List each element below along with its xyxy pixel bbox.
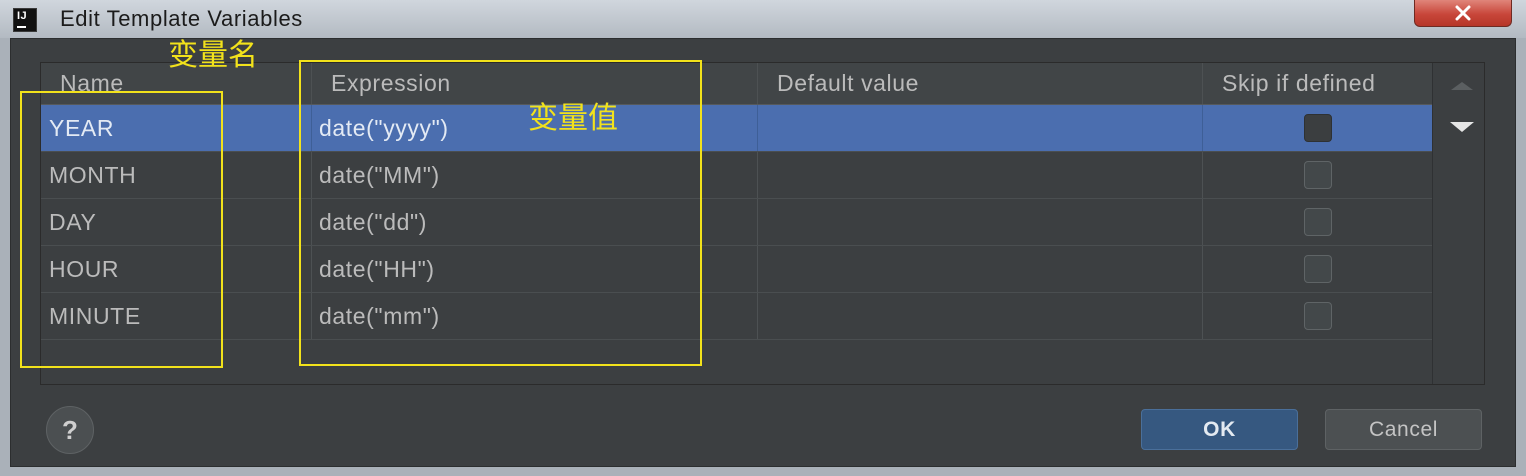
column-header-default-value[interactable]: Default value	[758, 63, 1203, 104]
annotation-label-variable-name: 变量名	[168, 38, 258, 73]
arrow-down-shape	[1450, 122, 1474, 132]
help-button[interactable]: ?	[46, 406, 94, 454]
cancel-button[interactable]: Cancel	[1325, 409, 1482, 450]
default-value-cell[interactable]	[758, 152, 1203, 198]
table-row[interactable]: HOUR date("HH")	[41, 246, 1432, 293]
side-toolbar	[1432, 63, 1484, 384]
default-value-cell[interactable]	[758, 293, 1203, 339]
app-icon-underline	[17, 26, 26, 28]
table-row[interactable]: MINUTE date("mm")	[41, 293, 1432, 340]
ok-button[interactable]: OK	[1141, 409, 1298, 450]
skip-if-defined-cell	[1203, 246, 1432, 292]
app-icon-label: IJ	[17, 10, 28, 22]
annotation-box-expression-column	[299, 60, 702, 366]
close-button[interactable]	[1414, 0, 1512, 27]
annotation-label-variable-value: 变量值	[528, 101, 618, 136]
default-value-cell[interactable]	[758, 246, 1203, 292]
move-up-button[interactable]	[1446, 70, 1478, 102]
table-row[interactable]: MONTH date("MM")	[41, 152, 1432, 199]
annotation-box-name-column	[20, 91, 223, 368]
default-value-cell[interactable]	[758, 105, 1203, 151]
move-down-button[interactable]	[1446, 111, 1478, 143]
skip-if-defined-cell	[1203, 293, 1432, 339]
skip-if-defined-checkbox[interactable]	[1303, 114, 1332, 142]
close-icon	[1455, 5, 1471, 21]
title-bar[interactable]: IJ Edit Template Variables	[0, 0, 1526, 38]
close-icon-shape	[1455, 5, 1471, 21]
arrow-down-icon	[1450, 122, 1474, 132]
skip-if-defined-cell	[1203, 199, 1432, 245]
skip-if-defined-checkbox[interactable]	[1303, 208, 1332, 236]
table-grid: Name Expression Default value Skip if de…	[41, 63, 1432, 384]
arrow-up-icon	[1451, 82, 1473, 90]
window-title: Edit Template Variables	[60, 6, 303, 31]
table-row[interactable]: DAY date("dd")	[41, 199, 1432, 246]
skip-if-defined-cell	[1203, 152, 1432, 198]
question-mark-icon: ?	[62, 414, 78, 445]
skip-if-defined-cell	[1203, 105, 1432, 151]
default-value-cell[interactable]	[758, 199, 1203, 245]
arrow-up-shape	[1451, 82, 1473, 90]
skip-if-defined-checkbox[interactable]	[1303, 161, 1332, 189]
table-row[interactable]: YEAR date("yyyy")	[41, 105, 1432, 152]
dialog-content: Name Expression Default value Skip if de…	[10, 38, 1516, 467]
variables-table: Name Expression Default value Skip if de…	[40, 62, 1485, 385]
intellij-app-icon: IJ	[13, 8, 37, 32]
column-header-skip-if-defined[interactable]: Skip if defined	[1203, 63, 1432, 104]
skip-if-defined-checkbox[interactable]	[1303, 302, 1332, 330]
skip-if-defined-checkbox[interactable]	[1303, 255, 1332, 283]
